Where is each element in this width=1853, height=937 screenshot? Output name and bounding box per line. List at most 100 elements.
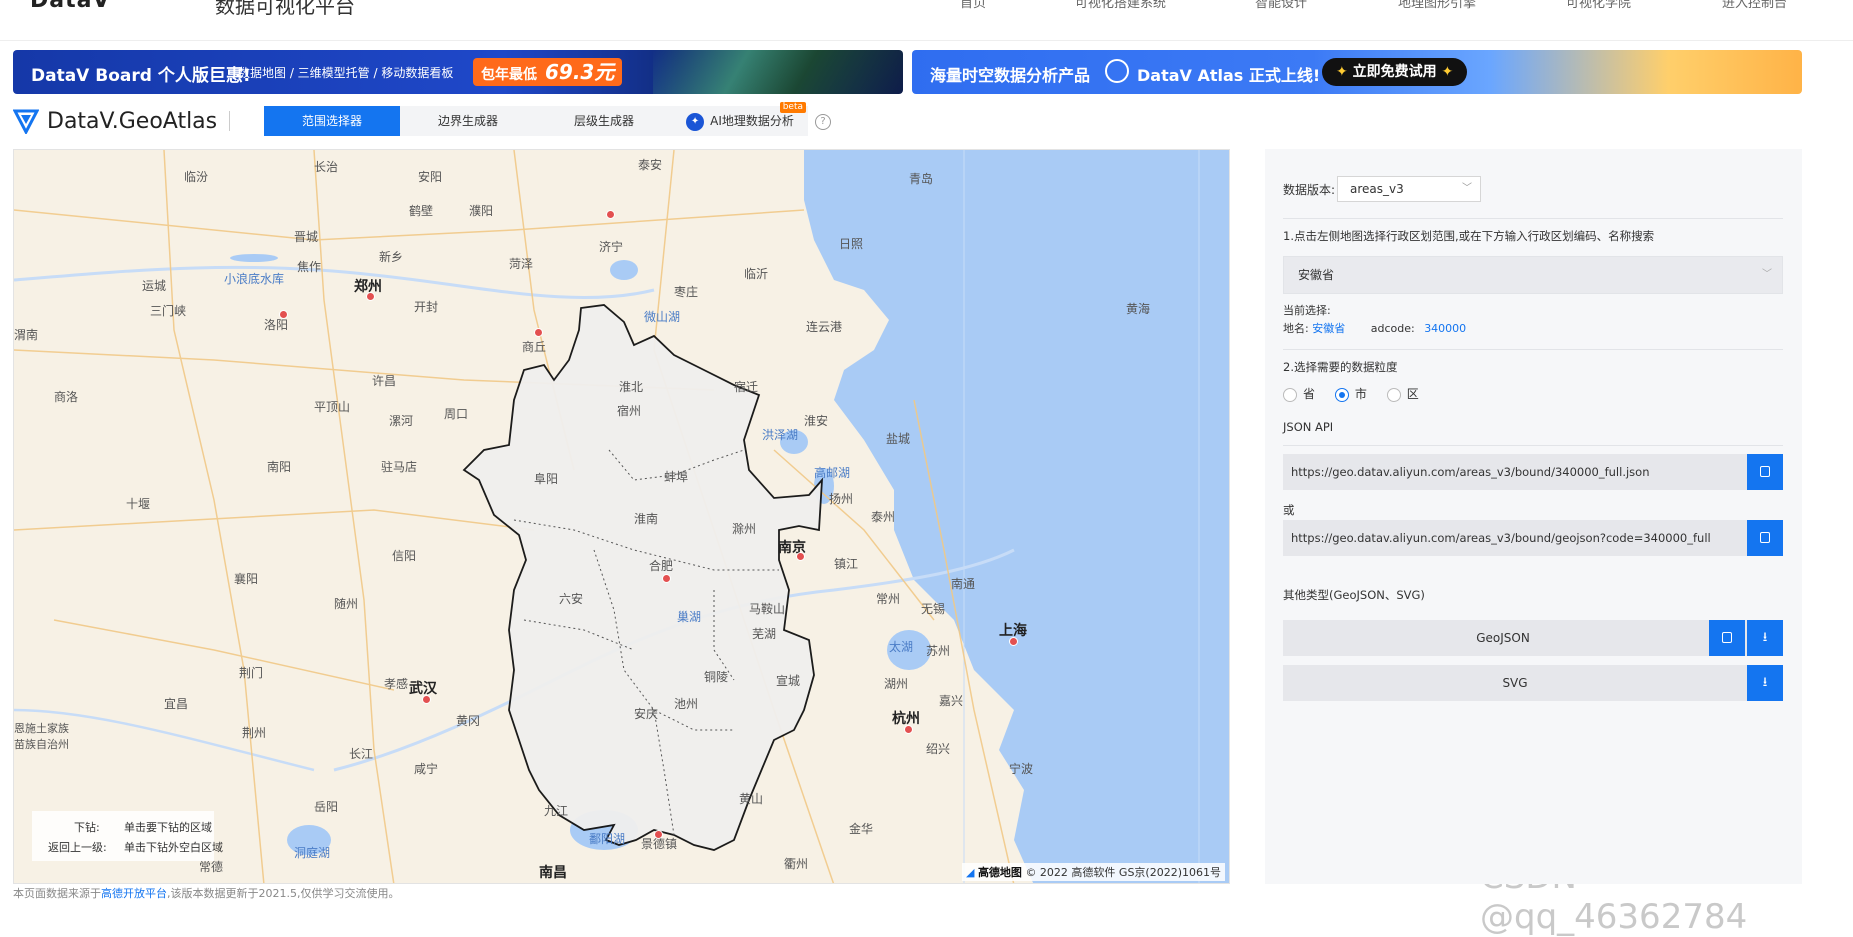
tab-level-generator[interactable]: 层级生成器 xyxy=(536,106,672,136)
map-label: 日照 xyxy=(839,237,864,251)
geojson-row: GeoJSON ⭳ xyxy=(1283,620,1783,656)
datav-logo[interactable]: DataV xyxy=(30,0,111,13)
city-marker xyxy=(534,328,543,337)
geojson-url-field[interactable]: https://geo.datav.aliyun.com/areas_v3/bo… xyxy=(1283,520,1783,556)
nav-console[interactable]: 进入控制台 xyxy=(1722,0,1787,11)
price-value: 69.3元 xyxy=(545,60,615,84)
version-label: 数据版本: xyxy=(1283,183,1336,197)
data-source-note: 本页面数据来源于高德开放平台,该版本数据更新于2021.5,仅供学习交流使用。 xyxy=(13,885,399,901)
map-label: 衢州 xyxy=(784,857,809,871)
map-label: 鄱阳湖 xyxy=(589,832,626,846)
map-label: 长治 xyxy=(314,160,339,174)
download-svg-button[interactable]: ⭳ xyxy=(1747,665,1783,701)
map-label: 绍兴 xyxy=(926,742,951,756)
map-label: 洪泽湖 xyxy=(762,428,799,442)
tab-boundary-generator[interactable]: 边界生成器 xyxy=(400,106,536,136)
map-label: 泰安 xyxy=(638,158,663,172)
tab-range-selector[interactable]: 范围选择器 xyxy=(264,106,400,136)
map-label: 安阳 xyxy=(418,170,443,184)
atlas-logo-icon xyxy=(1105,59,1129,83)
nav-academy[interactable]: 可视化学院 xyxy=(1566,0,1631,11)
city-marker xyxy=(279,310,288,319)
json-url-text[interactable]: https://geo.datav.aliyun.com/areas_v3/bo… xyxy=(1291,454,1649,490)
radio-city[interactable]: 市 xyxy=(1334,387,1367,402)
price-label: 包年最低 xyxy=(481,67,537,83)
map-label: 宿迁 xyxy=(734,380,759,394)
map-view[interactable]: 临汾 长治 安阳 泰安 青岛 晋城 鹤壁 濮阳 济宁 日照 运城 焦作 新乡 菏… xyxy=(13,149,1230,884)
download-icon: ⭳ xyxy=(1762,675,1768,690)
copy-icon xyxy=(1760,466,1770,477)
city-marker xyxy=(1009,637,1018,646)
tool-tabs: 范围选择器 边界生成器 层级生成器 ✦ AI地理数据分析 beta xyxy=(264,102,808,136)
map-label: 宜昌 xyxy=(164,697,189,711)
map-label: 常州 xyxy=(876,592,901,606)
chevron-down-icon: ﹀ xyxy=(1462,183,1472,194)
map-label: 漯河 xyxy=(389,414,414,428)
amap-open-platform-link[interactable]: 高德开放平台 xyxy=(101,887,167,900)
map-label: 开封 xyxy=(414,300,439,314)
map-legend: 下钻: 单击要下钻的区域 返回上一级: 单击下钻外空白区域 xyxy=(32,811,223,861)
nav-builder[interactable]: 可视化搭建系统 xyxy=(1075,0,1166,11)
svg-row: SVG ⭳ xyxy=(1283,665,1783,701)
ai-icon: ✦ xyxy=(686,112,705,131)
json-url-field[interactable]: https://geo.datav.aliyun.com/areas_v3/bo… xyxy=(1283,454,1783,490)
map-label: 临汾 xyxy=(184,170,209,184)
copy-geojson-button[interactable] xyxy=(1709,620,1745,656)
help-icon[interactable]: ? xyxy=(815,114,831,130)
map-label: 扬州 xyxy=(829,492,854,506)
promo-banner-board[interactable]: DataV Board 个人版巨惠! 数据地图 / 三维模型托管 / 移动数据看… xyxy=(13,50,903,94)
free-trial-button[interactable]: ✦ 立即免费试用 ✦ xyxy=(1322,58,1468,86)
map-label: 许昌 xyxy=(372,374,397,388)
promo-banner-atlas[interactable]: 海量时空数据分析产品 DataV Atlas 正式上线! ✦ 立即免费试用 ✦ xyxy=(912,50,1802,94)
map-label: 黄海 xyxy=(1126,302,1151,316)
divider xyxy=(1283,349,1783,350)
map-label: 苏州 xyxy=(926,644,951,658)
banner-product: DataV Atlas 正式上线! xyxy=(1137,66,1321,85)
divider xyxy=(1283,445,1783,446)
other-types-label: 其他类型(GeoJSON、SVG) xyxy=(1283,588,1425,602)
map-label: 十堰 xyxy=(126,497,151,511)
nav-smart-design[interactable]: 智能设计 xyxy=(1255,0,1307,11)
region-select[interactable]: 安徽省 ﹀ xyxy=(1283,256,1783,294)
map-label: 三门峡 xyxy=(150,304,187,318)
map-label: 安庆 xyxy=(634,707,659,721)
footer-suffix: ,该版本数据更新于2021.5,仅供学习交流使用。 xyxy=(167,887,400,900)
legend-back-label: 返回上一级: xyxy=(48,841,107,854)
map-label: 渭南 xyxy=(14,328,39,342)
beta-badge: beta xyxy=(779,102,806,113)
copy-url-button[interactable] xyxy=(1747,520,1783,556)
geoatlas-brand[interactable]: DataV.GeoAtlas xyxy=(13,106,231,136)
copy-icon xyxy=(1722,632,1732,643)
nav-home[interactable]: 首页 xyxy=(960,0,986,11)
divider xyxy=(229,111,231,131)
map-label: 荆门 xyxy=(239,666,264,680)
legend-drill-text: 单击要下钻的区域 xyxy=(124,821,212,834)
download-geojson-button[interactable]: ⭳ xyxy=(1747,620,1783,656)
name-label: 地名: xyxy=(1283,322,1309,335)
copyright-text: © 2022 高德软件 GS京(2022)1061号 xyxy=(1025,866,1221,879)
radio-button[interactable] xyxy=(1283,387,1297,402)
city-marker xyxy=(422,695,431,704)
tab-ai-geo-analysis[interactable]: ✦ AI地理数据分析 beta xyxy=(672,102,808,136)
map-label: 鹤壁 xyxy=(409,204,434,218)
copy-url-button[interactable] xyxy=(1747,454,1783,490)
or-label: 或 xyxy=(1283,503,1295,517)
map-label: 商丘 xyxy=(522,340,547,354)
map-label: 恩施土家族苗族自治州 xyxy=(14,722,69,751)
tab-label: 范围选择器 xyxy=(301,114,362,128)
map-label: 淮安 xyxy=(804,414,829,428)
json-api-label: JSON API xyxy=(1283,420,1334,434)
map-label: 南阳 xyxy=(267,460,292,474)
radio-button[interactable] xyxy=(1334,387,1349,402)
radio-province[interactable]: 省 xyxy=(1283,387,1315,402)
radio-label: 市 xyxy=(1354,387,1367,401)
radio-button[interactable] xyxy=(1386,387,1401,402)
map-label: 微山湖 xyxy=(644,310,681,324)
radio-district[interactable]: 区 xyxy=(1386,387,1419,402)
nav-geo-engine[interactable]: 地理图形引擎 xyxy=(1398,0,1476,11)
map-label: 襄阳 xyxy=(234,572,259,586)
geojson-url-text[interactable]: https://geo.datav.aliyun.com/areas_v3/bo… xyxy=(1291,520,1711,556)
version-select[interactable]: areas_v3 ﹀ xyxy=(1337,176,1481,202)
geojson-label: GeoJSON xyxy=(1476,631,1530,645)
step1-instruction: 1.点击左侧地图选择行政区划范围,或在下方输入行政区划编码、名称搜索 xyxy=(1283,229,1655,243)
